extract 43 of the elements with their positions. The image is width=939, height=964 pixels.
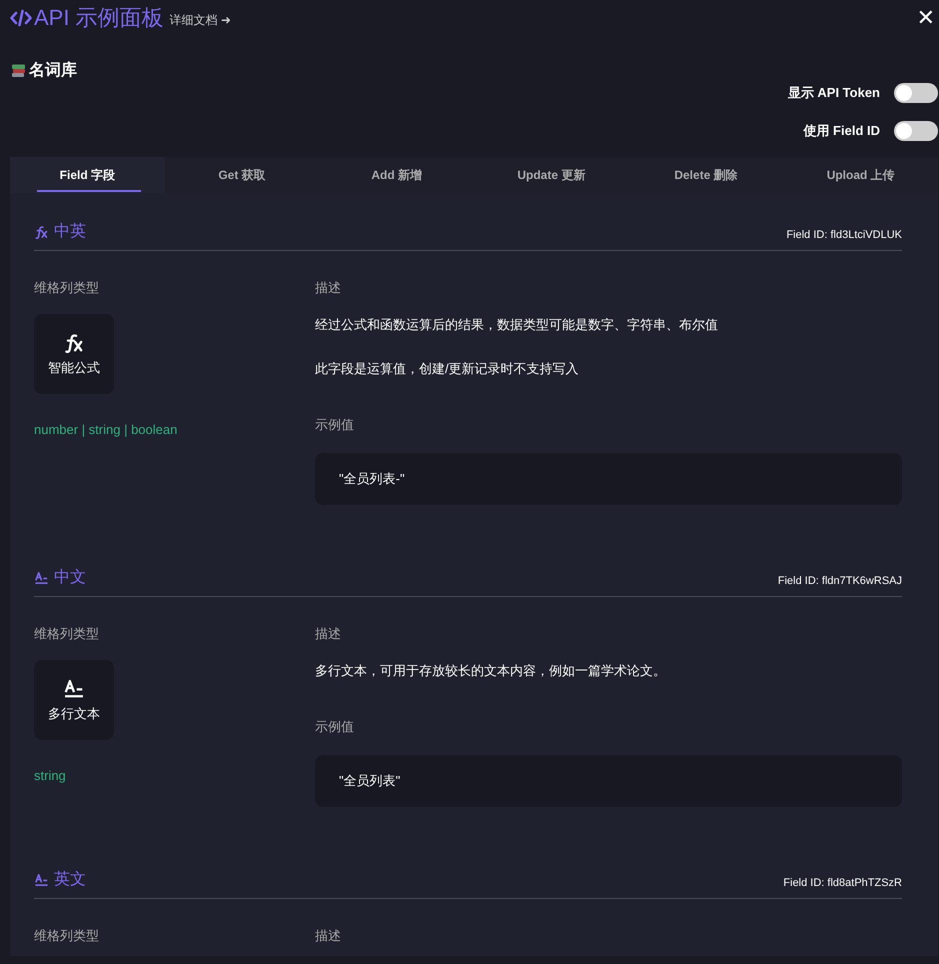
section-label: 描述 [315,279,342,297]
tab[interactable]: Get 获取 [164,157,320,193]
value-type: string [34,768,67,783]
tab[interactable]: Delete 删除 [628,157,784,193]
field-id: Field ID: fld8atPhTZSzR [783,876,902,888]
section-label: 示例值 [315,416,355,434]
text-icon [34,570,49,585]
tab[interactable]: Upload 上传 [783,157,938,193]
toggle-switch[interactable] [894,121,938,141]
field-type-name: 多行文本 [48,705,100,723]
section-label: 描述 [315,927,342,945]
docs-link[interactable]: 详细文档 ➜ [170,12,231,28]
field-name: 中英 [54,222,86,242]
description-text: 经过公式和函数运算后的结果，数据类型可能是数字、字符串、布尔值 [315,316,719,334]
field-name: 中文 [54,568,86,588]
example-value: "全员列表" [315,755,902,807]
example-value: "全员列表-" [315,453,902,505]
toggle-label: 显示 API Token [788,84,880,102]
tab[interactable]: Update 更新 [474,157,629,193]
tab[interactable]: Field 字段 [10,157,165,193]
section-label: 维格列类型 [34,625,100,643]
function-icon [34,224,49,239]
value-type: number | string | boolean [34,422,178,437]
toggle-switch[interactable] [894,83,938,103]
panel-title: API 示例面板 [34,4,164,32]
books-icon [11,63,26,78]
sheet-name: 名词库 [29,60,77,81]
text-icon [63,677,85,699]
text-icon [34,872,49,887]
section-label: 维格列类型 [34,927,100,945]
field-id: Field ID: fld3LtciVDLUK [786,228,902,240]
close-button[interactable]: ✕ [914,6,937,30]
code-icon [10,8,32,28]
tab[interactable]: Add 新增 [319,157,474,193]
section-label: 示例值 [315,718,355,736]
field-type-name: 智能公式 [48,359,100,377]
field-id: Field ID: fldn7TK6wRSAJ [778,574,902,586]
description-text: 多行文本，可用于存放较长的文本内容，例如一篇学术论文。 [315,662,667,680]
section-label: 维格列类型 [34,279,100,297]
description-text: 此字段是运算值，创建/更新记录时不支持写入 [315,360,580,378]
section-label: 描述 [315,625,342,643]
field-name: 英文 [54,870,86,890]
toggle-label: 使用 Field ID [803,122,880,140]
